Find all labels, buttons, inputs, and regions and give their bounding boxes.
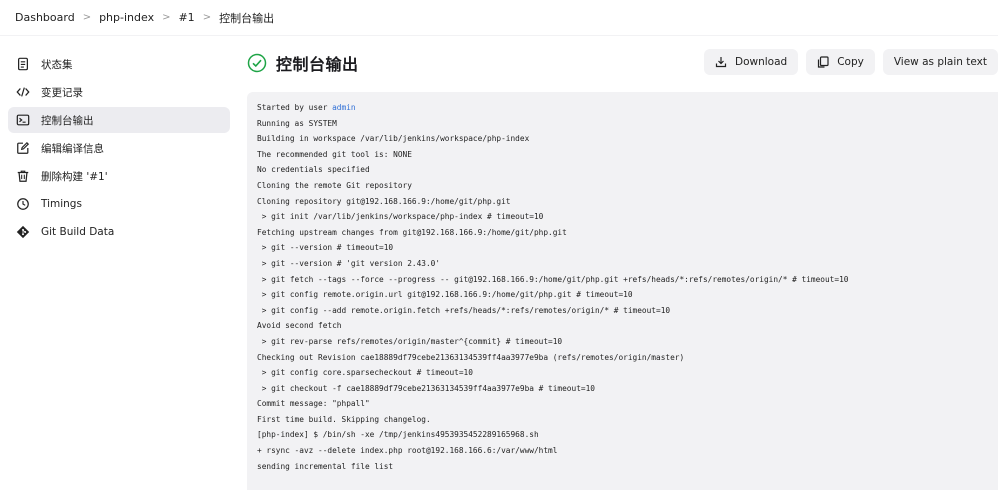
console-line: > git init /var/lib/jenkins/workspace/ph… xyxy=(257,212,544,222)
console-line: > git config --add remote.origin.fetch +… xyxy=(257,305,671,315)
console-line: The recommended git tool is: NONE xyxy=(257,149,412,159)
sidebar-item-console[interactable]: 控制台输出 xyxy=(8,107,230,133)
sidebar-item-label: 变更记录 xyxy=(41,86,83,99)
check-circle-icon xyxy=(247,53,267,73)
download-button[interactable]: Download xyxy=(704,49,799,75)
sidebar-item-status[interactable]: 状态集 xyxy=(8,51,230,77)
console-line: Cloning repository git@192.168.166.9:/ho… xyxy=(257,196,511,206)
breadcrumb-console[interactable]: 控制台输出 xyxy=(219,10,274,26)
download-icon xyxy=(715,57,727,68)
console-line: Checking out Revision cae18889df79cebe21… xyxy=(257,352,685,362)
sidebar-item-git-build-data[interactable]: Git Build Data xyxy=(8,219,230,245)
chevron-right-icon: > xyxy=(82,12,92,23)
view-plain-text-button[interactable]: View as plain text xyxy=(882,49,998,75)
title-group: 控制台输出 xyxy=(247,51,359,75)
console-line: Commit message: "phpall" xyxy=(257,399,370,409)
console-line: No credentials specified xyxy=(257,165,370,175)
page-title: 控制台输出 xyxy=(276,55,359,74)
sidebar-item-label: Git Build Data xyxy=(41,226,115,238)
console-line: + rsync -avz --delete index.php root@192… xyxy=(257,446,558,456)
console-line: First time build. Skipping changelog. xyxy=(257,414,431,424)
sidebar-item-timings[interactable]: Timings xyxy=(8,191,230,217)
console-line: > git config remote.origin.url git@192.1… xyxy=(257,290,633,300)
console-line: > git checkout -f cae18889df79cebe213631… xyxy=(257,383,595,393)
console-line: Avoid second fetch xyxy=(257,321,342,331)
console-line: Building in workspace /var/lib/jenkins/w… xyxy=(257,134,530,144)
edit-icon xyxy=(16,141,30,155)
breadcrumb-dashboard[interactable]: Dashboard xyxy=(15,11,75,24)
copy-icon xyxy=(818,56,829,68)
chevron-right-icon: > xyxy=(202,12,212,23)
console-line: Cloning the remote Git repository xyxy=(257,180,412,190)
action-buttons: Download Copy View as plain text xyxy=(696,49,998,75)
document-icon xyxy=(16,57,30,71)
sidebar-item-label: 编辑编译信息 xyxy=(41,142,104,155)
trash-icon xyxy=(16,169,30,183)
sidebar-item-label: Timings xyxy=(41,198,82,210)
chevron-right-icon: > xyxy=(162,12,171,23)
sidebar-item-changes[interactable]: 变更记录 xyxy=(8,79,230,105)
breadcrumb-build[interactable]: #1 xyxy=(178,11,194,24)
console-line: > git rev-parse refs/remotes/origin/mast… xyxy=(257,336,563,346)
console-line: > git --version # timeout=10 xyxy=(257,243,394,253)
clock-icon xyxy=(16,197,30,211)
copy-button[interactable]: Copy xyxy=(806,49,875,75)
page-header: 控制台输出 Download Copy View as plain text xyxy=(247,49,998,77)
sidebar-item-label: 状态集 xyxy=(41,58,73,71)
console-line: sending incremental file list xyxy=(257,461,394,471)
breadcrumb-job[interactable]: php-index xyxy=(99,11,154,24)
terminal-icon xyxy=(16,113,30,127)
breadcrumb: Dashboard > php-index > #1 > 控制台输出 xyxy=(0,0,998,36)
code-icon xyxy=(16,85,30,99)
console-line: [php-index] $ /bin/sh -xe /tmp/jenkins49… xyxy=(257,430,539,440)
copy-label: Copy xyxy=(837,56,864,68)
console-text: Started by user xyxy=(257,103,333,112)
sidebar: 状态集 变更记录 控制台输出 编辑编译信息 删除构建 '#1' Timings xyxy=(8,51,230,247)
sidebar-item-edit[interactable]: 编辑编译信息 xyxy=(8,135,230,161)
user-link[interactable]: admin xyxy=(332,103,355,112)
console-line-started: Started by user admin xyxy=(257,100,988,116)
sidebar-item-label: 控制台输出 xyxy=(41,114,94,127)
download-label: Download xyxy=(735,56,788,68)
sidebar-item-delete[interactable]: 删除构建 '#1' xyxy=(8,163,230,189)
console-line: > git fetch --tags --force --progress --… xyxy=(257,274,849,284)
console-output: Started by user admin Running as SYSTEM … xyxy=(247,92,998,490)
view-plain-text-label: View as plain text xyxy=(893,56,987,68)
git-icon xyxy=(16,225,30,239)
console-line: Running as SYSTEM xyxy=(257,118,337,128)
console-line: > git --version # 'git version 2.43.0' xyxy=(257,258,441,268)
console-line: > git config core.sparsecheckout # timeo… xyxy=(257,368,473,378)
sidebar-item-label: 删除构建 '#1' xyxy=(41,170,108,183)
console-line: Fetching upstream changes from git@192.1… xyxy=(257,227,567,237)
